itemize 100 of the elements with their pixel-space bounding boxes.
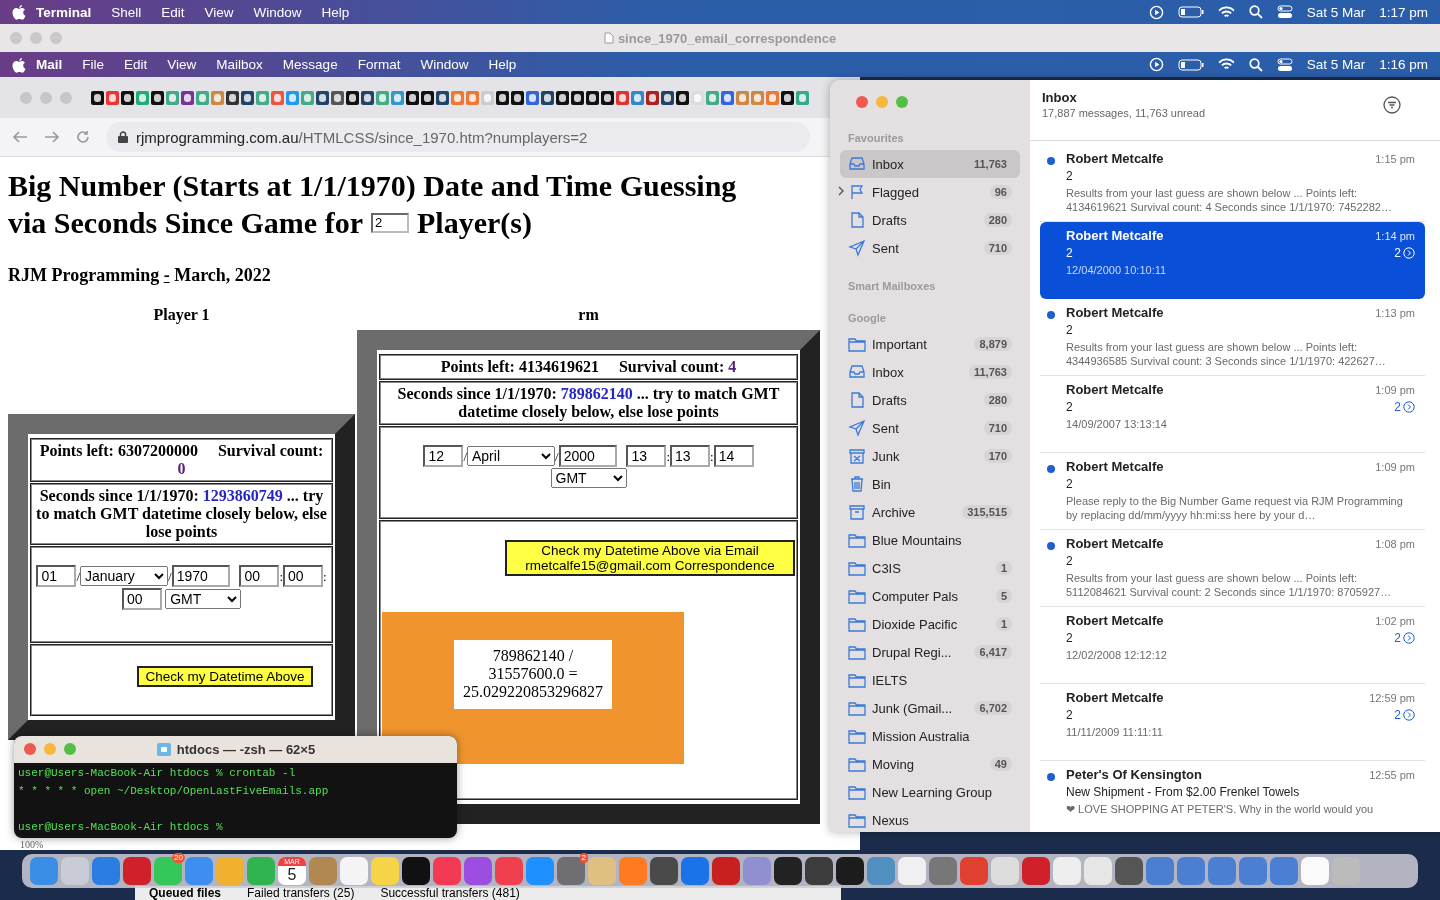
menu-item[interactable]: Message <box>272 57 348 72</box>
filter-icon[interactable] <box>1383 96 1401 114</box>
thread-count[interactable]: 2 <box>1394 246 1415 260</box>
window-control[interactable] <box>60 91 72 104</box>
sidebar-item[interactable]: Flagged 96 <box>840 178 1020 206</box>
message-row[interactable]: Robert Metcalfe 1:08 pm 2 Results from your last guess are shown below ... Points left: 5112084621 Survival count: 2 Seconds since 1/1/1970: 8705927… <box>1040 530 1425 607</box>
sidebar-item[interactable]: Archive 315,515 <box>840 498 1020 526</box>
menu-date[interactable]: Sat 5 Mar <box>1306 4 1366 20</box>
menu-item[interactable]: Shell <box>101 4 152 20</box>
message-row[interactable]: Robert Metcalfe 1:13 pm 2 Results from your last guess are shown below ... Points left: 4344936585 Survival count: 3 Seconds since 1/1/1970: 422627… <box>1040 299 1425 376</box>
sidebar-item[interactable]: C3IS 1 <box>840 554 1020 582</box>
sidebar-item[interactable]: Dioxide Pacific 1 <box>840 610 1020 638</box>
window-control[interactable] <box>44 743 56 755</box>
app-icon[interactable] <box>805 857 833 885</box>
toggles-icon[interactable] <box>1276 57 1293 72</box>
menu-item[interactable]: View <box>157 57 207 72</box>
message-row[interactable]: Robert Metcalfe 1:14 pm 2 2 12/04/2000 10:10:11 <box>1040 222 1425 299</box>
battery-icon[interactable] <box>1177 58 1204 71</box>
sidebar-item[interactable]: Important 8,879 <box>840 330 1020 358</box>
window-control[interactable] <box>40 91 52 104</box>
app-icon[interactable] <box>402 857 430 885</box>
app-icon[interactable] <box>650 857 678 885</box>
window-control[interactable] <box>24 743 36 755</box>
day-field[interactable]: 12 <box>423 445 464 467</box>
players-field[interactable]: 2 <box>371 212 409 233</box>
timezone-select[interactable]: GMT <box>165 589 242 609</box>
search-icon[interactable] <box>1248 5 1263 19</box>
sidebar-item[interactable]: Computer Pals 5 <box>840 582 1020 610</box>
sidebar-item[interactable]: Blue Mountains <box>840 526 1020 554</box>
menu-item[interactable]: Help <box>478 57 527 72</box>
sidebar-item[interactable]: Mission Australia <box>840 722 1020 750</box>
sidebar-item[interactable]: Moving 49 <box>840 750 1020 778</box>
message-row[interactable]: Robert Metcalfe 1:09 pm 2 Please reply to the Big Number Game request via RJM Programming by replacing dd/mm/yyyy hh:mi:ss here by your d… <box>1040 453 1425 530</box>
transfer-tab[interactable]: Queued files <box>141 886 230 900</box>
message-row[interactable]: Robert Metcalfe 1:09 pm 2 2 14/09/2007 13:13:14 <box>1040 376 1425 453</box>
second-field[interactable]: 14 <box>713 445 754 467</box>
window-control[interactable] <box>64 743 76 755</box>
hour-field[interactable]: 13 <box>626 445 667 467</box>
sidebar-item[interactable]: Nexus <box>840 806 1020 832</box>
sidebar-item[interactable]: Sent 710 <box>840 234 1020 262</box>
window-control[interactable] <box>30 32 42 44</box>
window-control[interactable] <box>896 96 908 108</box>
window-control[interactable] <box>856 96 868 108</box>
message-row[interactable]: Robert Metcalfe 12:59 pm 2 2 11/11/2009 11:11:11 <box>1040 684 1425 761</box>
forward-icon[interactable] <box>44 130 60 144</box>
menu-item[interactable]: Help <box>311 4 360 20</box>
window-control[interactable] <box>876 96 888 108</box>
battery-icon[interactable] <box>1177 6 1204 18</box>
menu-item[interactable]: File <box>72 57 115 72</box>
check-button[interactable]: Check my Datetime Above via Email rmetcalfe15@gmail.com Correspondence <box>505 540 795 576</box>
app-icon[interactable] <box>836 857 864 885</box>
wifi-icon[interactable] <box>1217 5 1235 19</box>
menu-item[interactable]: Window <box>410 57 479 72</box>
zoom-level[interactable]: 100% <box>20 839 44 850</box>
window-control[interactable] <box>50 32 62 44</box>
timezone-select[interactable]: GMT <box>550 468 627 488</box>
menu-item[interactable]: View <box>194 4 244 20</box>
transfer-tab[interactable]: Failed transfers (25) <box>239 886 363 900</box>
sidebar-item[interactable]: New Learning Group <box>840 778 1020 806</box>
sidebar-item[interactable]: Drupal Regi... 6,417 <box>840 638 1020 666</box>
apple-icon[interactable] <box>12 4 26 20</box>
thread-count[interactable]: 2 <box>1394 631 1415 645</box>
year-field[interactable]: 1970 <box>171 565 230 587</box>
transfer-tab[interactable]: Successful transfers (481) <box>372 886 528 900</box>
wifi-icon[interactable] <box>1217 58 1235 71</box>
day-field[interactable]: 01 <box>36 565 77 587</box>
menu-item[interactable]: Format <box>347 57 411 72</box>
reload-icon[interactable] <box>76 130 90 144</box>
minute-field[interactable]: 00 <box>283 565 323 587</box>
sidebar-item[interactable]: IELTS <box>840 666 1020 694</box>
menu-item[interactable]: Mail <box>26 57 73 72</box>
sidebar-item[interactable]: Bin <box>840 470 1020 498</box>
play-icon[interactable] <box>1148 4 1164 20</box>
menu-time[interactable]: 1:16 pm <box>1379 57 1428 72</box>
message-row[interactable]: Peter's Of Kensington 12:55 pm New Shipment - From $2.00 Frenkel Towels ❤ LOVE SHOPPING AT PETER'S. Why in the world would you <box>1040 761 1425 832</box>
favicons-drawing[interactable] <box>90 89 810 106</box>
window-control[interactable] <box>10 32 22 44</box>
menu-date[interactable]: Sat 5 Mar <box>1306 57 1366 72</box>
hour-field[interactable]: 00 <box>239 565 280 587</box>
sidebar-item[interactable]: Drafts 280 <box>840 206 1020 234</box>
message-row[interactable]: Robert Metcalfe 1:02 pm 2 2 12/02/2008 12:12:12 <box>1040 607 1425 684</box>
back-icon[interactable] <box>12 130 28 144</box>
second-field[interactable]: 00 <box>121 588 162 610</box>
sidebar-item[interactable]: Drafts 280 <box>840 386 1020 414</box>
sidebar-item[interactable]: Junk 170 <box>840 442 1020 470</box>
toggles-icon[interactable] <box>1276 5 1293 19</box>
apple-icon[interactable] <box>12 56 26 73</box>
month-select[interactable]: April <box>467 446 555 466</box>
search-icon[interactable] <box>1248 57 1263 72</box>
window-control[interactable] <box>20 91 32 104</box>
chevron-icon[interactable] <box>837 186 845 196</box>
menu-item[interactable]: Terminal <box>26 4 102 20</box>
menu-item[interactable]: Edit <box>151 4 195 20</box>
play-icon[interactable] <box>1148 57 1164 72</box>
sidebar-item[interactable]: Sent 710 <box>840 414 1020 442</box>
byline-link[interactable]: - <box>163 265 170 285</box>
month-select[interactable]: January <box>80 566 168 586</box>
minute-field[interactable]: 13 <box>670 445 710 467</box>
menu-time[interactable]: 1:17 pm <box>1379 4 1428 20</box>
app-icon[interactable] <box>774 857 802 885</box>
